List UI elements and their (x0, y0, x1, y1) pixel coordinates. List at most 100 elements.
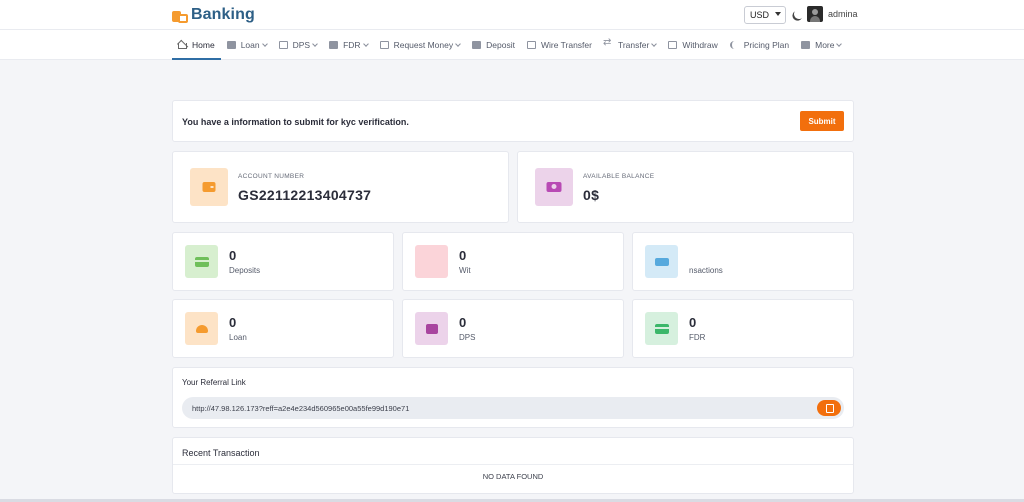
home-icon (178, 43, 187, 49)
stat-card-deposits[interactable]: 0 Deposits (172, 232, 394, 291)
avatar[interactable] (807, 6, 823, 22)
chevron-down-icon (362, 40, 369, 47)
wire-transfer-icon (526, 41, 536, 49)
fdr-icon (329, 41, 339, 49)
recent-transactions-card: Recent Transaction NO DATA FOUND (172, 437, 854, 494)
money-icon (546, 182, 562, 192)
dps-icon-badge (415, 312, 448, 345)
stat-value: 0 (459, 315, 467, 330)
nav-label: Withdraw (682, 40, 718, 50)
top-header: Banking USD admina (0, 0, 1024, 30)
divider (173, 464, 853, 465)
stat-card-fdr[interactable]: 0 FDR (632, 299, 854, 358)
brand-name: Banking (191, 6, 255, 23)
nav-label: FDR (343, 40, 361, 50)
stat-card-withdraw[interactable]: 0 Wit (402, 232, 624, 291)
transfer-icon (603, 37, 613, 49)
stat-card-transactions[interactable]: nsactions (632, 232, 854, 291)
stat-label: Deposits (229, 266, 261, 275)
loan-icon (195, 324, 208, 333)
nav-label: Loan (240, 40, 260, 50)
chevron-down-icon (455, 40, 461, 47)
currency-value: USD (750, 10, 770, 20)
wallet-icon (202, 182, 216, 192)
nav-label: Home (192, 40, 215, 50)
nav-label: Deposit (486, 40, 515, 50)
account-icon-badge (190, 168, 228, 206)
transactions-icon (654, 257, 669, 266)
balance-icon-badge (535, 168, 573, 206)
dps-icon (425, 323, 438, 334)
stat-label: Loan (229, 333, 247, 342)
nav-label: Pricing Plan (743, 40, 790, 50)
loan-icon (226, 41, 236, 49)
nav-label: More (815, 40, 835, 50)
nav-item-request-money[interactable]: Request Money (374, 30, 467, 60)
stat-value: 0 (229, 248, 237, 263)
stat-value: 0 (689, 315, 697, 330)
nav-label: Transfer (617, 40, 650, 50)
request-money-icon (379, 41, 389, 49)
bank-logo-icon (172, 7, 188, 23)
username[interactable]: admina (828, 9, 858, 19)
withdraw-icon-badge (415, 245, 448, 278)
transactions-icon-badge (645, 245, 678, 278)
deposits-icon-badge (185, 245, 218, 278)
stat-label: Wit (459, 266, 471, 275)
nav-item-loan[interactable]: Loan (221, 30, 273, 60)
referral-link: http://47.98.126.173?reff=a2e4e234d56096… (192, 403, 410, 413)
deposit-icon (472, 41, 482, 49)
dps-icon (278, 41, 288, 49)
chevron-down-icon (651, 40, 658, 47)
pricing-plan-icon (729, 41, 739, 49)
empty-state: NO DATA FOUND (482, 472, 544, 481)
kyc-message: You have a information to submit for kyc… (182, 117, 409, 127)
copy-icon[interactable] (817, 400, 841, 416)
stat-label: FDR (689, 333, 706, 342)
nav-item-fdr[interactable]: FDR (323, 30, 373, 60)
loan-icon-badge (185, 312, 218, 345)
account-number-label: ACCOUNT NUMBER (238, 173, 305, 180)
dark-mode-toggle-icon[interactable] (793, 8, 806, 21)
kyc-submit-button[interactable]: Submit (800, 111, 844, 131)
stat-value: 0 (459, 248, 467, 263)
main-nav: Home Loan DPS FDR Request Money Deposit (0, 30, 1024, 60)
nav-item-pricing-plan[interactable]: Pricing Plan (724, 30, 795, 60)
chevron-down-icon (261, 40, 268, 47)
nav-item-deposit[interactable]: Deposit (466, 30, 521, 60)
nav-label: Wire Transfer (540, 40, 592, 50)
nav-label: DPS (292, 40, 311, 50)
nav-item-wire-transfer[interactable]: Wire Transfer (521, 30, 598, 60)
account-number-value: GS22112213404737 (238, 187, 372, 203)
nav-item-withdraw[interactable]: Withdraw (662, 30, 723, 60)
available-balance-card: AVAILABLE BALANCE 0$ (517, 151, 854, 223)
nav-label: Request Money (393, 40, 454, 50)
referral-link-field[interactable]: http://47.98.126.173?reff=a2e4e234d56096… (182, 397, 844, 419)
stat-card-loan[interactable]: 0 Loan (172, 299, 394, 358)
kyc-alert: You have a information to submit for kyc… (172, 100, 854, 142)
withdraw-icon (668, 41, 678, 49)
referral-card: Your Referral Link http://47.98.126.173?… (172, 367, 854, 428)
nav-item-more[interactable]: More (795, 30, 847, 60)
nav-item-transfer[interactable]: Transfer (598, 30, 662, 60)
fdr-icon-badge (645, 312, 678, 345)
nav-item-home[interactable]: Home (172, 30, 221, 60)
available-balance-label: AVAILABLE BALANCE (583, 173, 655, 180)
stat-label: DPS (459, 333, 476, 342)
available-balance-value: 0$ (583, 187, 600, 203)
stat-label: nsactions (689, 266, 723, 275)
brand-logo[interactable]: Banking (172, 6, 255, 24)
recent-transactions-title: Recent Transaction (182, 448, 260, 458)
nav-item-dps[interactable]: DPS (273, 30, 323, 60)
chevron-down-icon (312, 40, 318, 47)
referral-title: Your Referral Link (182, 378, 246, 387)
stat-value: 0 (229, 315, 237, 330)
chevron-down-icon (836, 40, 843, 47)
stat-card-dps[interactable]: 0 DPS (402, 299, 624, 358)
currency-select[interactable]: USD (744, 6, 786, 24)
fdr-icon (654, 323, 669, 334)
more-icon (801, 41, 811, 49)
account-number-card: ACCOUNT NUMBER GS22112213404737 (172, 151, 509, 223)
chevron-down-icon (775, 12, 781, 16)
deposits-icon (194, 256, 209, 267)
